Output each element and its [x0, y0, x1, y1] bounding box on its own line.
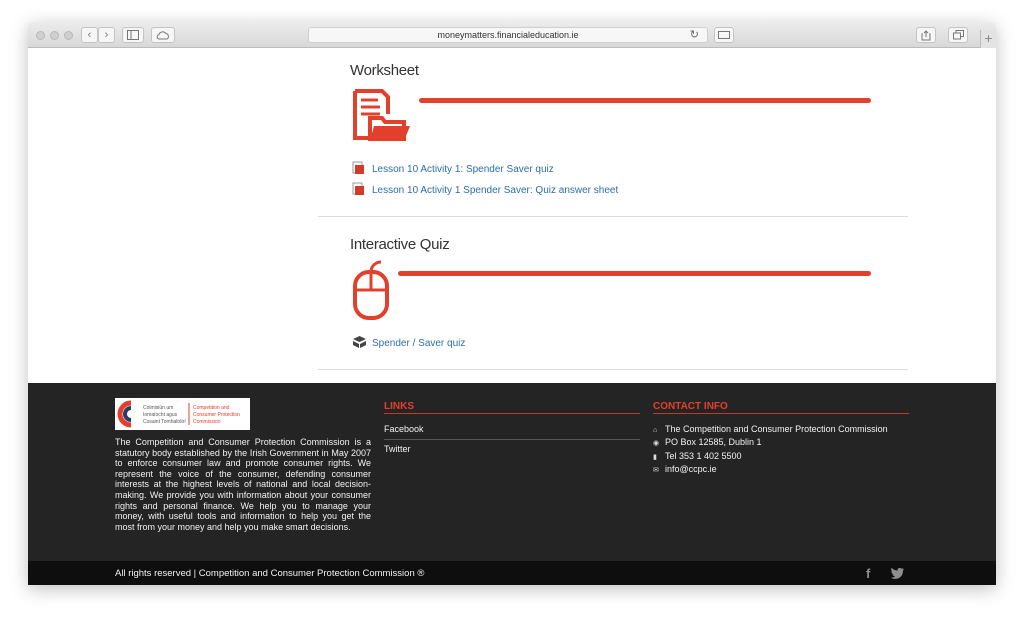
about-text: The Competition and Consumer Protection … [115, 437, 371, 532]
ccpc-logo[interactable]: Coimisiún um Iomaíocht agus Cosaint Tomh… [115, 398, 250, 430]
svg-text:Iomaíocht agus: Iomaíocht agus [143, 412, 178, 418]
svg-text:Commission: Commission [193, 419, 221, 425]
share-icon [921, 30, 931, 41]
worksheet-link-answer-sheet[interactable]: Lesson 10 Activity 1 Spender Saver: Quiz… [372, 185, 618, 196]
quiz-title: Interactive Quiz [350, 236, 450, 253]
footer-link-divider [384, 439, 640, 440]
browser-window: ‹ › moneymatters.financialeducation.ie ↻… [28, 22, 996, 585]
links-heading: LINKS [384, 401, 414, 412]
contact-name: ⌂ The Competition and Consumer Protection… [653, 424, 888, 434]
close-window-button[interactable] [36, 31, 45, 40]
svg-text:Cosaint Tomhaltóirí: Cosaint Tomhaltóirí [143, 419, 186, 425]
footer: Coimisiún um Iomaíocht agus Cosaint Tomh… [28, 383, 996, 561]
back-button[interactable]: ‹ [81, 27, 98, 43]
contact-heading: CONTACT INFO [653, 401, 728, 412]
icloud-tabs-button[interactable] [151, 27, 175, 43]
browser-toolbar: ‹ › moneymatters.financialeducation.ie ↻… [28, 22, 996, 48]
twitter-icon[interactable] [890, 567, 905, 579]
sidebar-toggle-button[interactable] [122, 27, 144, 43]
document-folder-icon [353, 89, 410, 141]
section-divider [318, 369, 908, 370]
worksheet-link-quiz[interactable]: Lesson 10 Activity 1: Spender Saver quiz [372, 164, 554, 175]
zoom-window-button[interactable] [64, 31, 73, 40]
footer-link-facebook[interactable]: Facebook [384, 424, 424, 434]
section-underline [398, 271, 871, 276]
contact-heading-rule [653, 413, 909, 414]
section-underline [419, 98, 871, 103]
reader-button[interactable] [714, 27, 734, 43]
section-divider [318, 216, 908, 217]
page-content: Worksheet Lesson 10 Activity 1: Spender … [28, 48, 996, 383]
keyboard-icon [718, 31, 730, 39]
svg-text:Coimisiún um: Coimisiún um [143, 405, 173, 411]
svg-text:Consumer Protection: Consumer Protection [193, 412, 240, 418]
footer-link-twitter[interactable]: Twitter [384, 444, 411, 454]
links-heading-rule [384, 413, 640, 414]
location-icon: ◉ [653, 440, 660, 447]
new-tab-button[interactable]: + [980, 30, 996, 48]
reload-icon[interactable]: ↻ [690, 28, 699, 42]
forward-button[interactable]: › [98, 27, 115, 43]
ccpc-logo-mark: Coimisiún um Iomaíocht agus Cosaint Tomh… [117, 400, 240, 428]
home-icon: ⌂ [653, 427, 658, 434]
pdf-icon [352, 182, 364, 195]
cloud-icon [156, 31, 169, 40]
mouse-icon [353, 260, 389, 320]
quiz-link-spender-saver[interactable]: Spender / Saver quiz [372, 338, 465, 349]
svg-text:Competition and: Competition and [193, 405, 230, 411]
contact-phone: ▮ Tel 353 1 402 5500 [653, 451, 742, 461]
contact-address: ◉ PO Box 12585, Dublin 1 [653, 437, 762, 447]
pdf-icon [352, 161, 364, 174]
sidebar-icon [127, 30, 139, 40]
phone-icon: ▮ [653, 454, 657, 461]
box-icon [353, 336, 366, 348]
minimize-window-button[interactable] [50, 31, 59, 40]
copyright-bar: All rights reserved | Competition and Co… [28, 561, 996, 585]
address-bar[interactable]: moneymatters.financialeducation.ie ↻ [308, 27, 708, 43]
copyright-text: All rights reserved | Competition and Co… [115, 568, 425, 579]
tabs-icon [952, 30, 964, 40]
email-icon: ✉ [653, 467, 659, 474]
contact-email[interactable]: ✉ info@ccpc.ie [653, 464, 717, 474]
facebook-icon[interactable]: f [866, 566, 870, 581]
worksheet-title: Worksheet [350, 62, 419, 79]
url-text: moneymatters.financialeducation.ie [437, 30, 579, 40]
share-button[interactable] [916, 27, 936, 43]
tabs-overview-button[interactable] [948, 27, 968, 43]
